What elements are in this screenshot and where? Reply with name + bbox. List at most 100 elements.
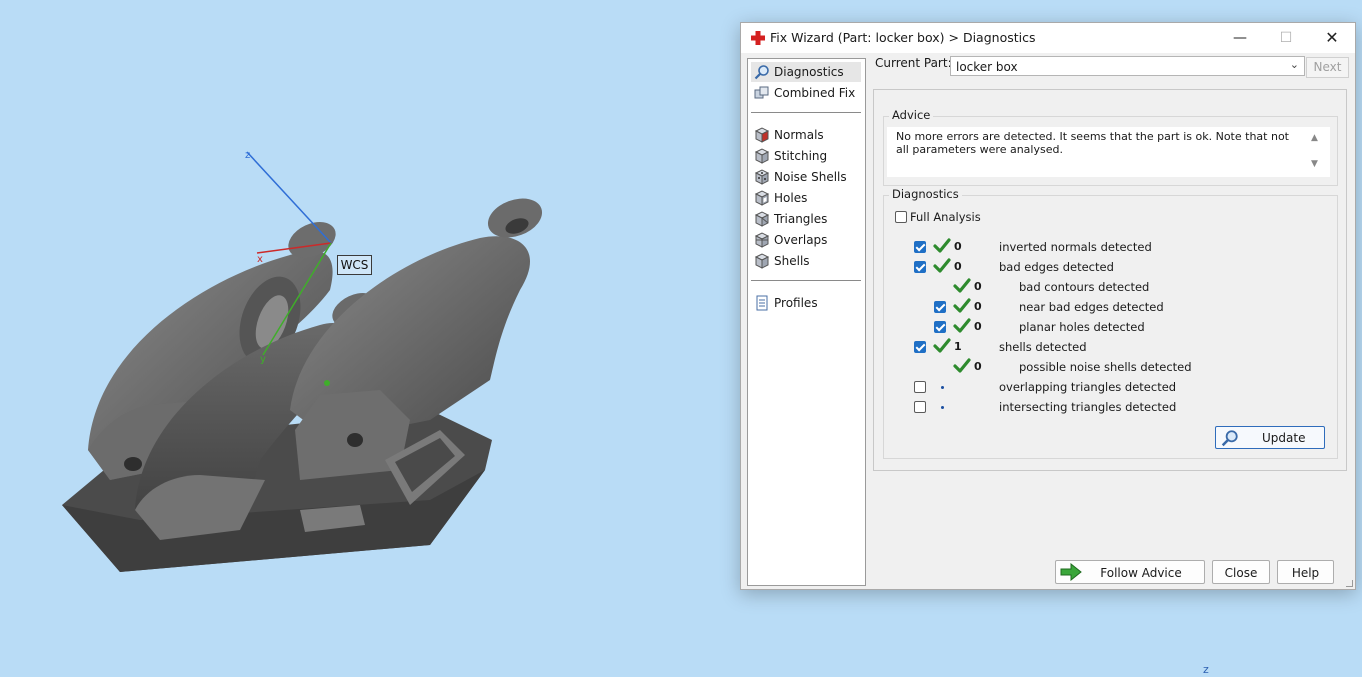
close-button[interactable]: Close: [1212, 560, 1270, 584]
axis-z-line: [246, 151, 332, 244]
diagnostic-count: 1: [954, 340, 962, 353]
current-part-label: Current Part:: [875, 56, 952, 70]
advice-title: Advice: [889, 108, 934, 122]
nav-label: Triangles: [774, 212, 828, 226]
nav-label: Normals: [774, 128, 824, 142]
triangles-cube-icon: [754, 211, 770, 227]
advice-group: Advice No more errors are detected. It s…: [883, 108, 1338, 186]
nav-item-holes[interactable]: Holes: [751, 188, 861, 208]
nav-label: Overlaps: [774, 233, 828, 247]
nav-item-diagnostics[interactable]: Diagnostics: [751, 62, 861, 82]
diagnostic-checkbox[interactable]: [914, 401, 926, 413]
close-label: Close: [1224, 566, 1258, 580]
diagnostic-text: near bad edges detected: [1019, 300, 1164, 314]
diagnostic-text: planar holes detected: [1019, 320, 1145, 334]
update-button[interactable]: Update: [1215, 426, 1325, 449]
diagnostic-count: 0: [974, 320, 982, 333]
nav-item-noise-shells[interactable]: Noise Shells: [751, 167, 861, 187]
holes-cube-icon: [754, 190, 770, 206]
follow-advice-button[interactable]: Follow Advice: [1055, 560, 1205, 584]
current-part-select[interactable]: locker box ⌄: [950, 56, 1305, 76]
fix-wizard-dialog: Fix Wizard (Part: locker box) > Diagnost…: [740, 22, 1356, 590]
diagnostic-text: overlapping triangles detected: [999, 380, 1177, 394]
diagnostic-text: shells detected: [999, 340, 1087, 354]
full-analysis-label: Full Analysis: [910, 210, 981, 224]
diagnostic-text: bad edges detected: [999, 260, 1114, 274]
overlaps-cube-icon: [754, 232, 770, 248]
magnifier-icon: [754, 65, 769, 80]
diagnostic-checkbox[interactable]: [914, 241, 926, 253]
red-cross-icon: [751, 31, 765, 45]
nav-label: Stitching: [774, 149, 828, 163]
nav-label: Diagnostics: [774, 65, 844, 79]
chevron-down-icon: ⌄: [1289, 58, 1299, 71]
diagnostic-checkbox[interactable]: [914, 341, 926, 353]
status-dot-icon: [941, 386, 944, 389]
nav-label: Combined Fix: [774, 86, 856, 100]
next-button[interactable]: Next: [1306, 57, 1349, 78]
scroll-down-arrow[interactable]: ▼: [1311, 159, 1318, 169]
diagnostic-text: possible noise shells detected: [1019, 360, 1192, 374]
green-check-icon: [933, 258, 951, 274]
normals-cube-icon: [754, 127, 770, 143]
nav-item-triangles[interactable]: Triangles: [751, 209, 861, 229]
nav-item-profiles[interactable]: Profiles: [751, 293, 861, 313]
scroll-up-arrow[interactable]: ▲: [1311, 133, 1318, 143]
nav-label: Profiles: [774, 296, 818, 310]
minimize-button[interactable]: —: [1217, 23, 1263, 53]
update-label: Update: [1262, 431, 1306, 445]
diagnostic-count: 0: [974, 280, 982, 293]
diagnostic-text: bad contours detected: [1019, 280, 1150, 294]
diagnostic-checkbox[interactable]: [934, 321, 946, 333]
diagnostics-title: Diagnostics: [889, 187, 962, 201]
diagnostic-checkbox[interactable]: [934, 301, 946, 313]
green-check-icon: [953, 298, 971, 314]
full-analysis-checkbox[interactable]: [895, 211, 907, 223]
diagnostic-count: 0: [954, 260, 962, 273]
window-title: Fix Wizard (Part: locker box) > Diagnost…: [770, 30, 1036, 45]
3d-viewport[interactable]: z x y WCS: [0, 0, 730, 677]
advice-textbox[interactable]: No more errors are detected. It seems th…: [887, 127, 1330, 177]
nav-item-normals[interactable]: Normals: [751, 125, 861, 145]
nav-label: Holes: [774, 191, 808, 205]
model-hole-left: [124, 457, 142, 471]
axis-x-label: x: [257, 254, 263, 265]
document-icon: [756, 295, 768, 311]
shells-cube-icon: [754, 253, 770, 269]
nav-item-combined-fix[interactable]: Combined Fix: [751, 83, 861, 103]
nav-separator: [751, 112, 861, 113]
title-bar[interactable]: Fix Wizard (Part: locker box) > Diagnost…: [741, 23, 1355, 53]
help-label: Help: [1291, 566, 1320, 580]
help-button[interactable]: Help: [1277, 560, 1334, 584]
magnifier-icon: [1221, 430, 1238, 447]
green-check-icon: [953, 358, 971, 374]
stitching-cube-icon: [754, 148, 770, 164]
resize-grip[interactable]: [1346, 580, 1353, 587]
green-check-icon: [953, 318, 971, 334]
nav-item-stitching[interactable]: Stitching: [751, 146, 861, 166]
nav-separator: [751, 280, 861, 281]
maximize-button[interactable]: ☐: [1263, 23, 1309, 53]
green-check-icon: [933, 238, 951, 254]
noise-shells-icon: [754, 169, 770, 185]
diagnostic-count: 0: [954, 240, 962, 253]
status-dot-icon: [941, 406, 944, 409]
diagnostics-group: Diagnostics Full Analysis 0 inverted norm…: [883, 187, 1338, 459]
diagnostic-text: inverted normals detected: [999, 240, 1152, 254]
nav-item-overlaps[interactable]: Overlaps: [751, 230, 861, 250]
follow-advice-label: Follow Advice: [1100, 566, 1182, 580]
wcs-label: WCS: [337, 255, 372, 275]
nav-item-shells[interactable]: Shells: [751, 251, 861, 271]
window-close-button[interactable]: ✕: [1309, 23, 1355, 53]
current-part-value: locker box: [956, 60, 1018, 74]
corner-axis-indicator: z: [1203, 663, 1209, 676]
diagnostic-count: 0: [974, 300, 982, 313]
diagnostic-checkbox[interactable]: [914, 381, 926, 393]
green-check-icon: [933, 338, 951, 354]
advice-text: No more errors are detected. It seems th…: [896, 130, 1289, 156]
part-model-canvas[interactable]: z x y: [0, 0, 730, 677]
wizard-nav-pane: Diagnostics Combined Fix Normals Stitchi…: [747, 58, 866, 586]
axis-y-label: y: [260, 354, 266, 365]
diagnostic-checkbox[interactable]: [914, 261, 926, 273]
cubes-icon: [754, 86, 769, 99]
